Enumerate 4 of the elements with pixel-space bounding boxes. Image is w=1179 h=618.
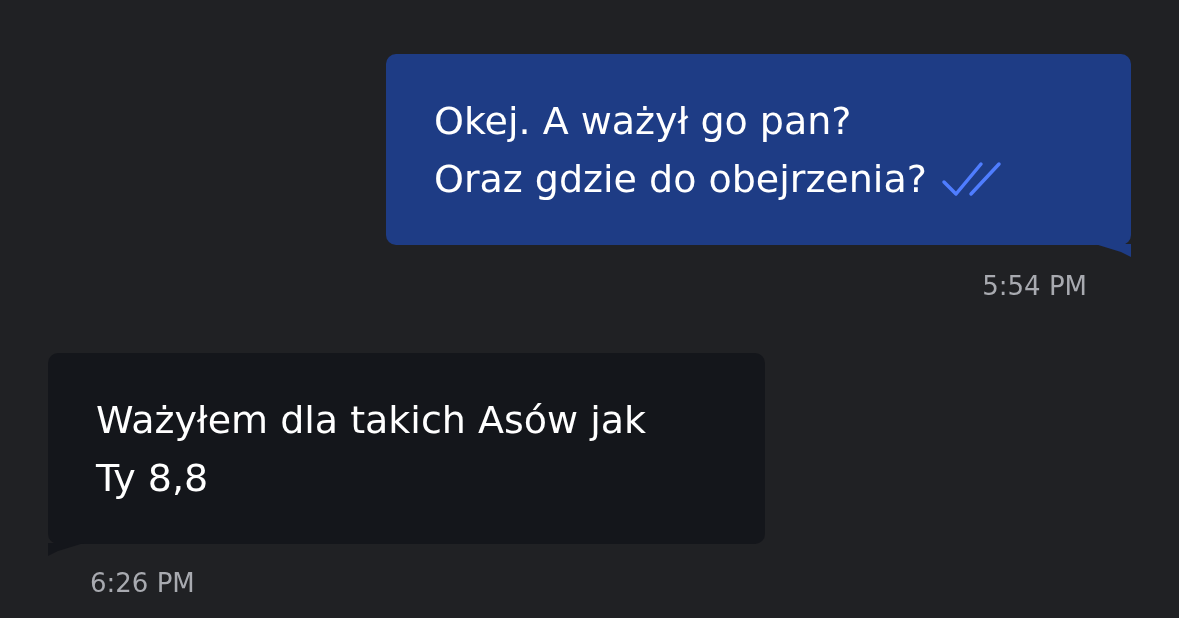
message-text: Ważyłem dla takich Asów jak Ty 8,8	[96, 397, 648, 502]
message-text: Okej. A ważył go pan? Oraz gdzie do obejrzenia?	[434, 98, 927, 203]
timestamp: 5:54 PM	[982, 271, 1087, 301]
timestamp: 6:26 PM	[90, 568, 195, 598]
